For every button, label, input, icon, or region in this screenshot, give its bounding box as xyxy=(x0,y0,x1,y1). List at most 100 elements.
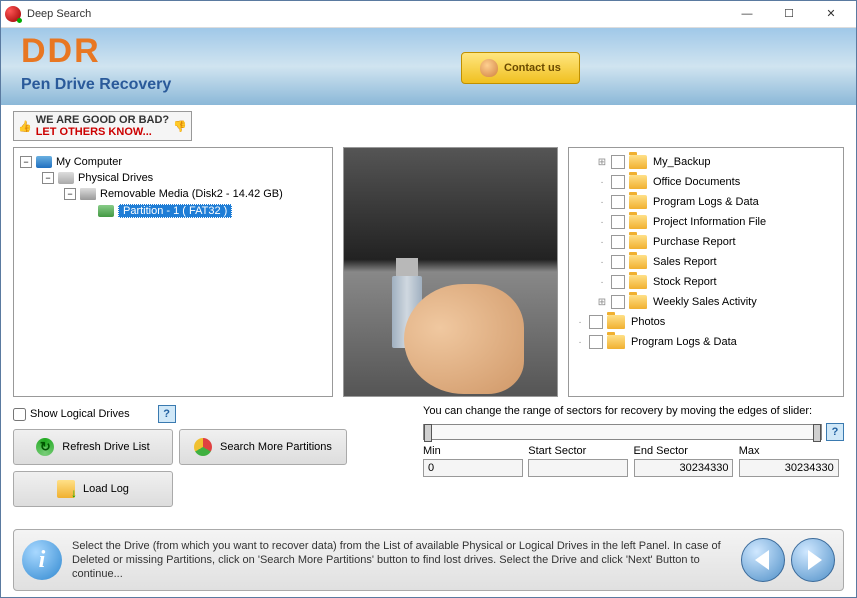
max-field xyxy=(739,459,839,477)
slider-handle-right[interactable] xyxy=(813,424,821,442)
help-icon[interactable]: ? xyxy=(158,405,176,423)
expand-icon[interactable]: · xyxy=(597,277,607,288)
start-label: Start Sector xyxy=(528,445,633,457)
collapse-icon[interactable]: − xyxy=(20,156,32,168)
footer-text: Select the Drive (from which you want to… xyxy=(72,539,731,582)
folder-row[interactable]: · Project Information File xyxy=(575,212,837,232)
end-field[interactable] xyxy=(634,459,734,477)
folder-row[interactable]: · Program Logs & Data xyxy=(575,192,837,212)
tree-label-selected[interactable]: Partition - 1 ( FAT32 ) xyxy=(118,204,232,218)
folder-label[interactable]: Photos xyxy=(631,316,665,328)
load-icon xyxy=(57,480,75,498)
folder-label[interactable]: Office Documents xyxy=(653,176,740,188)
tree-item-removable[interactable]: − Removable Media (Disk2 - 14.42 GB) xyxy=(20,186,326,202)
folder-row[interactable]: ⊞ My_Backup xyxy=(575,152,837,172)
folder-label[interactable]: My_Backup xyxy=(653,156,710,168)
folder-checkbox[interactable] xyxy=(611,275,625,289)
sector-slider[interactable] xyxy=(423,424,822,440)
minimize-button[interactable]: — xyxy=(726,2,768,26)
refresh-label: Refresh Drive List xyxy=(62,441,149,453)
load-log-button[interactable]: Load Log xyxy=(13,471,173,507)
folder-row[interactable]: · Photos xyxy=(575,312,837,332)
expand-icon[interactable]: ⊞ xyxy=(597,297,607,308)
folder-checkbox[interactable] xyxy=(611,155,625,169)
folder-label[interactable]: Project Information File xyxy=(653,216,766,228)
feedback-button[interactable]: 👍 WE ARE GOOD OR BAD? LET OTHERS KNOW...… xyxy=(13,111,192,141)
end-label: End Sector xyxy=(634,445,739,457)
close-button[interactable]: ✕ xyxy=(810,2,852,26)
folder-checkbox[interactable] xyxy=(611,195,625,209)
folder-row[interactable]: · Office Documents xyxy=(575,172,837,192)
refresh-button[interactable]: Refresh Drive List xyxy=(13,429,173,465)
footer-bar: i Select the Drive (from which you want … xyxy=(13,529,844,591)
tree-label[interactable]: Physical Drives xyxy=(78,172,153,184)
show-logical-checkbox[interactable] xyxy=(13,408,26,421)
folder-icon xyxy=(629,275,647,289)
min-field xyxy=(423,459,523,477)
tree-item-physical[interactable]: − Physical Drives xyxy=(20,170,326,186)
pie-icon xyxy=(194,438,212,456)
expand-icon[interactable]: · xyxy=(597,237,607,248)
titlebar: Deep Search — ☐ ✕ xyxy=(1,1,856,28)
folder-checkbox[interactable] xyxy=(611,255,625,269)
folder-icon xyxy=(607,315,625,329)
folder-checkbox[interactable] xyxy=(611,295,625,309)
tree-item-computer[interactable]: − My Computer xyxy=(20,154,326,170)
partition-icon xyxy=(98,205,114,217)
folder-row[interactable]: · Purchase Report xyxy=(575,232,837,252)
contact-button[interactable]: Contact us xyxy=(461,52,580,84)
start-field[interactable] xyxy=(528,459,628,477)
expand-icon[interactable]: · xyxy=(597,217,607,228)
search-partitions-button[interactable]: Search More Partitions xyxy=(179,429,347,465)
tree-item-partition[interactable]: Partition - 1 ( FAT32 ) xyxy=(20,202,326,220)
folder-icon xyxy=(629,235,647,249)
app-window: Deep Search — ☐ ✕ DDR Pen Drive Recovery… xyxy=(0,0,857,598)
product-name: Pen Drive Recovery xyxy=(21,76,171,94)
expand-icon[interactable]: · xyxy=(597,177,607,188)
folder-checkbox[interactable] xyxy=(589,335,603,349)
folder-icon xyxy=(629,295,647,309)
arrow-right-icon xyxy=(808,550,822,570)
show-logical-label: Show Logical Drives xyxy=(30,408,130,420)
window-title: Deep Search xyxy=(27,8,726,20)
thumb-up-icon: 👍 xyxy=(18,120,32,133)
folder-row[interactable]: · Program Logs & Data xyxy=(575,332,837,352)
folder-list-panel: ⊞ My_Backup · Office Documents · Program Logs… xyxy=(568,147,844,397)
usb-icon xyxy=(80,188,96,200)
folder-label[interactable]: Purchase Report xyxy=(653,236,736,248)
folder-row[interactable]: · Stock Report xyxy=(575,272,837,292)
expand-icon[interactable]: · xyxy=(575,337,585,348)
search-label: Search More Partitions xyxy=(220,441,332,453)
collapse-icon[interactable]: − xyxy=(64,188,76,200)
folder-icon xyxy=(629,215,647,229)
expand-icon[interactable]: ⊞ xyxy=(597,157,607,168)
folder-row[interactable]: · Sales Report xyxy=(575,252,837,272)
tree-label[interactable]: My Computer xyxy=(56,156,122,168)
arrow-left-icon xyxy=(755,550,769,570)
tree-label[interactable]: Removable Media (Disk2 - 14.42 GB) xyxy=(100,188,283,200)
folder-checkbox[interactable] xyxy=(611,175,625,189)
expand-icon[interactable]: · xyxy=(597,257,607,268)
expand-icon[interactable]: · xyxy=(597,197,607,208)
computer-icon xyxy=(36,156,52,168)
next-button[interactable] xyxy=(791,538,835,582)
folder-label[interactable]: Program Logs & Data xyxy=(631,336,737,348)
expand-icon[interactable]: · xyxy=(575,317,585,328)
folder-checkbox[interactable] xyxy=(611,235,625,249)
refresh-icon xyxy=(36,438,54,456)
collapse-icon[interactable]: − xyxy=(42,172,54,184)
folder-label[interactable]: Weekly Sales Activity xyxy=(653,296,757,308)
folder-label[interactable]: Sales Report xyxy=(653,256,717,268)
slider-handle-left[interactable] xyxy=(424,424,432,442)
banner: DDR Pen Drive Recovery Contact us xyxy=(1,28,856,105)
folder-checkbox[interactable] xyxy=(611,215,625,229)
help-icon[interactable]: ? xyxy=(826,423,844,441)
folder-checkbox[interactable] xyxy=(589,315,603,329)
maximize-button[interactable]: ☐ xyxy=(768,2,810,26)
folder-row[interactable]: ⊞ Weekly Sales Activity xyxy=(575,292,837,312)
folder-label[interactable]: Stock Report xyxy=(653,276,717,288)
load-label: Load Log xyxy=(83,483,129,495)
back-button[interactable] xyxy=(741,538,785,582)
folder-label[interactable]: Program Logs & Data xyxy=(653,196,759,208)
drives-icon xyxy=(58,172,74,184)
